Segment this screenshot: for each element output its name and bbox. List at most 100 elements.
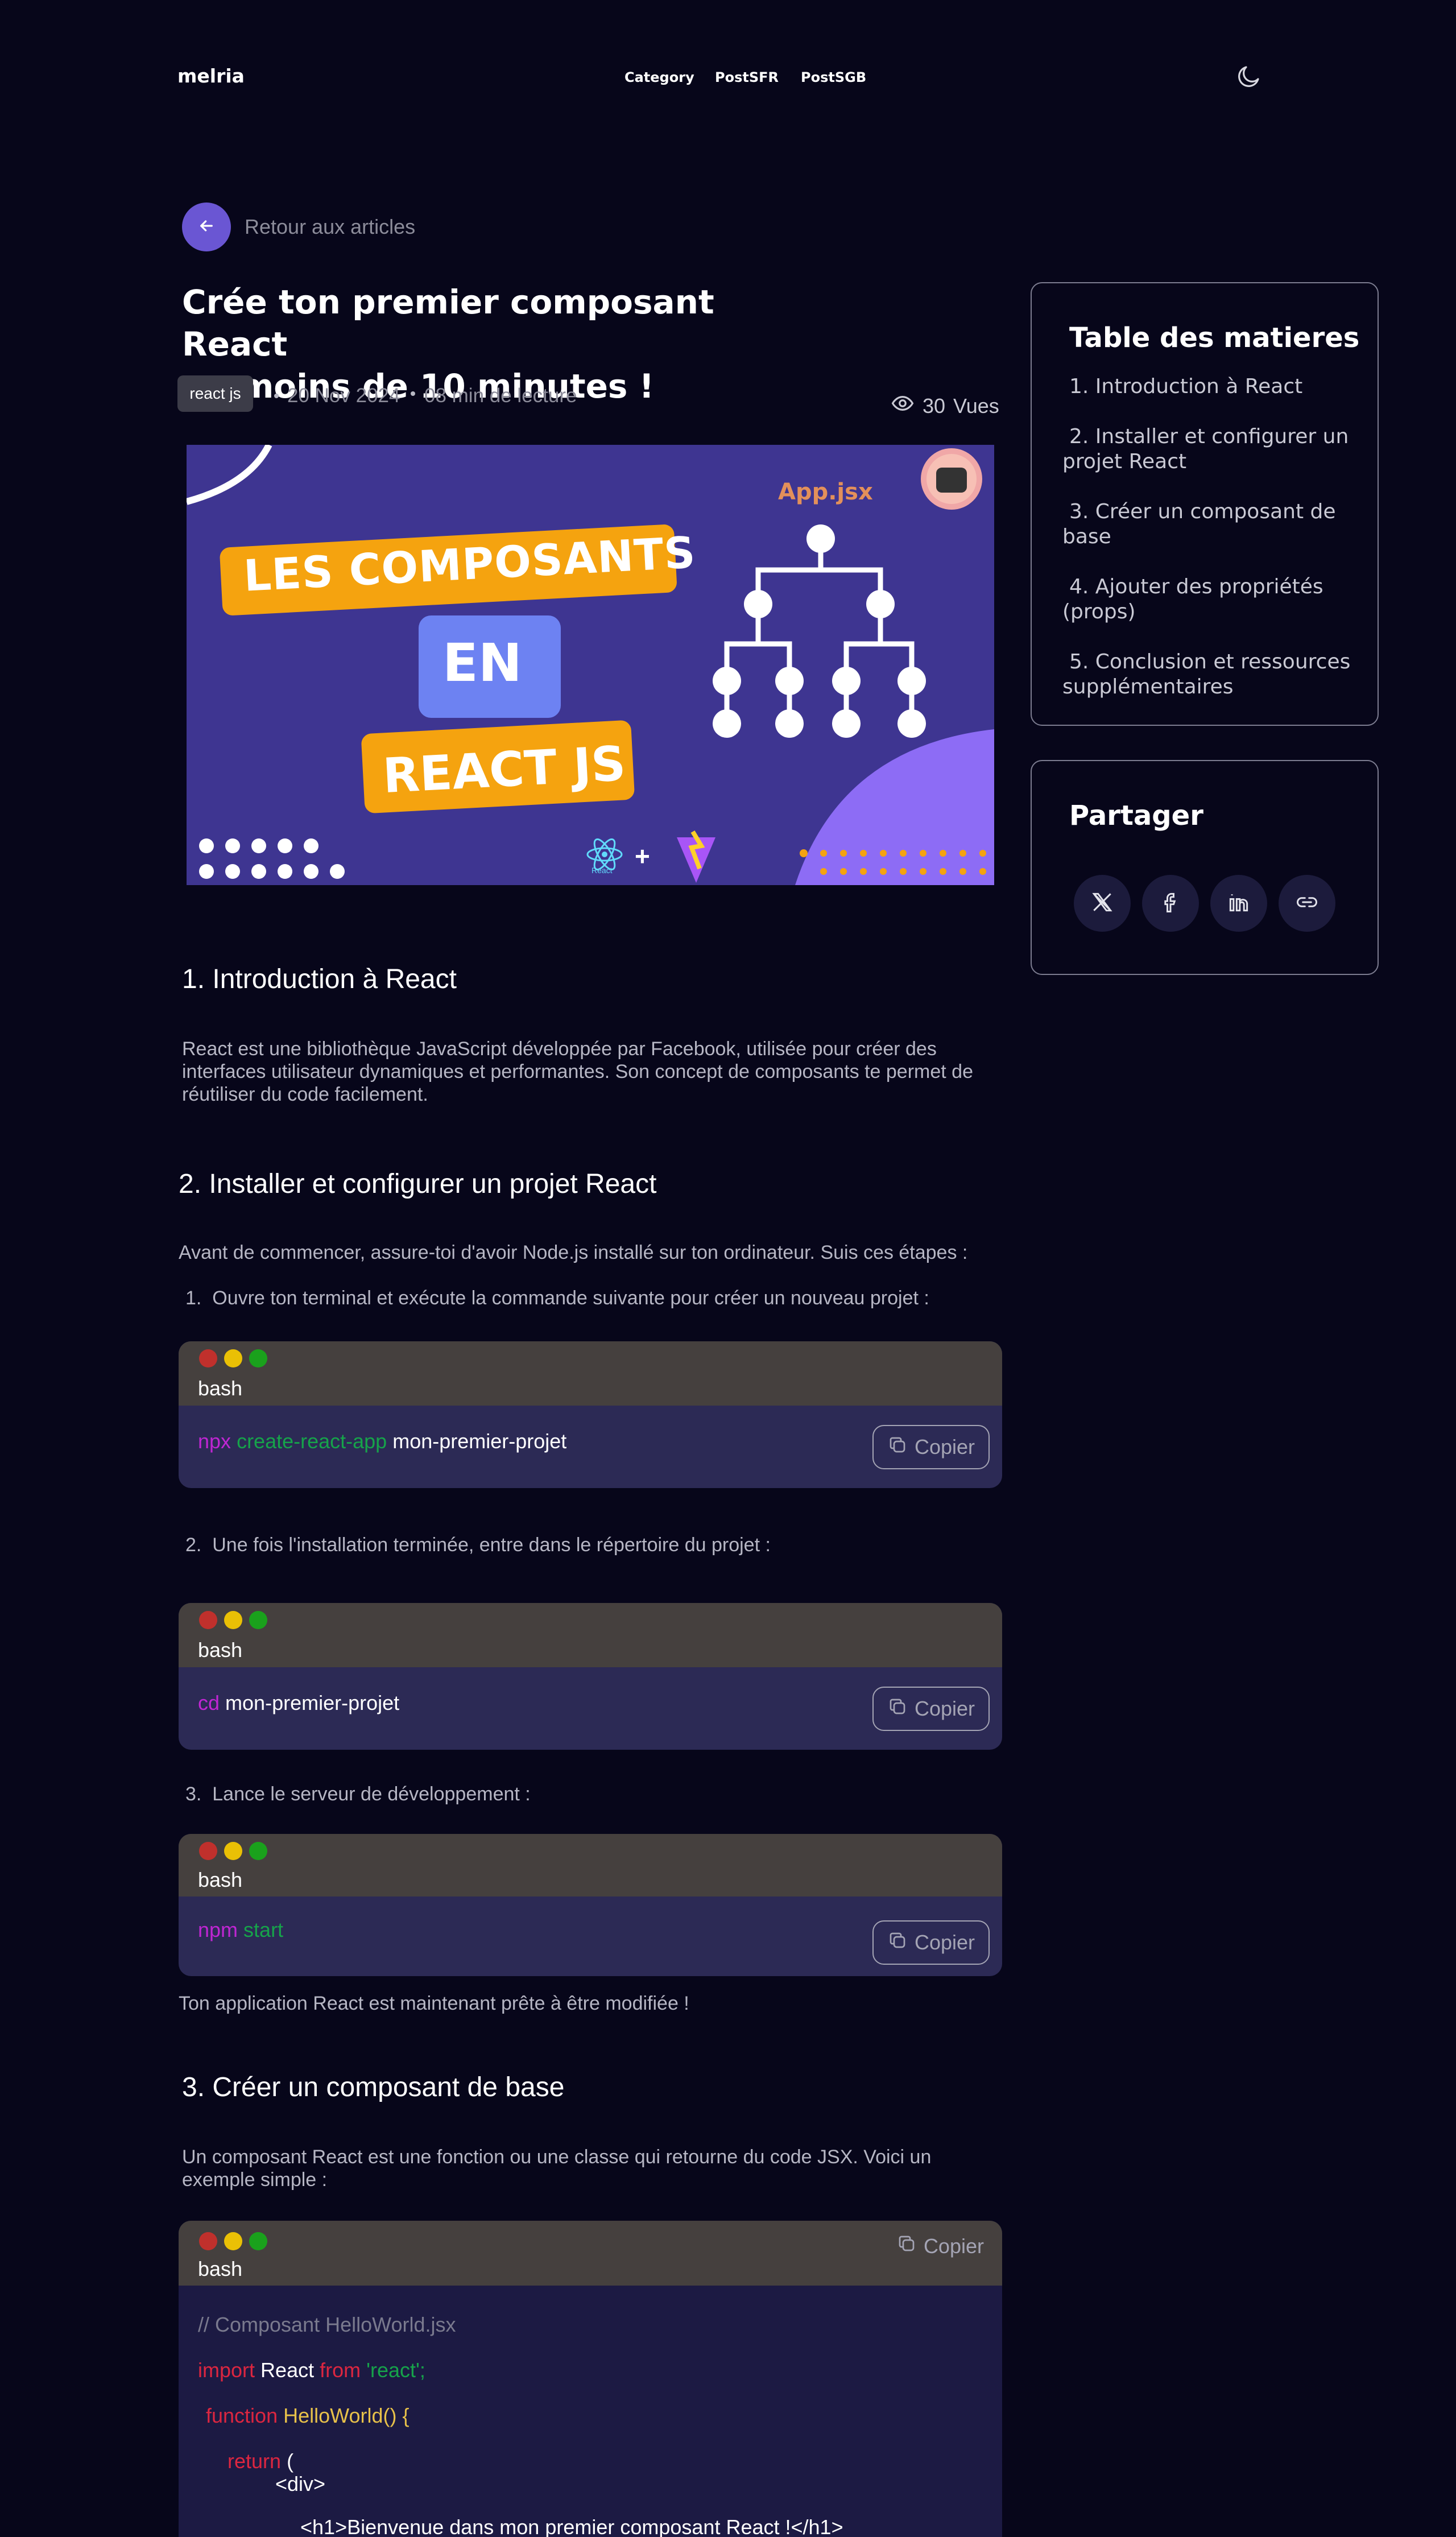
x-icon (1090, 890, 1115, 918)
step-2: 2. Une fois l'installation terminée, ent… (185, 1534, 771, 1556)
section-2-outro: Ton application React est maintenant prê… (179, 1993, 689, 2014)
step-1: 1. Ouvre ton terminal et exécute la comm… (185, 1287, 929, 1309)
code-keyword: function (206, 2404, 278, 2427)
code-subcommand: create-react-app (237, 1429, 387, 1453)
code-command: npm (198, 1918, 238, 1941)
code-keyword: from (320, 2358, 361, 2382)
code-keyword: import (198, 2358, 255, 2382)
minimize-dot (224, 1842, 242, 1860)
code-block-body: npm start Copier (179, 1896, 1002, 1976)
toc-item-4[interactable]: 4. Ajouter des propriétés (props) (1062, 575, 1358, 625)
code-comment: // Composant HelloWorld.jsx (198, 2313, 456, 2336)
copy-button[interactable]: Copier (872, 1687, 990, 1731)
step-1-text: Ouvre ton terminal et exécute la command… (212, 1287, 929, 1309)
moon-icon[interactable] (1235, 63, 1263, 90)
copy-button[interactable]: Copier (896, 2233, 984, 2259)
code-lang-label: bash (198, 1377, 243, 1400)
step-2-text: Une fois l'installation terminée, entre … (212, 1534, 771, 1556)
code-block-3: bash npm start Copier (179, 1834, 1002, 1976)
share-facebook-button[interactable] (1142, 875, 1199, 932)
article-tag-label: react js (189, 385, 241, 402)
article-views: 30 Vues (891, 391, 999, 420)
code-block-body: cd mon-premier-projet Copier (179, 1667, 1002, 1750)
share-title: Partager (1069, 800, 1203, 832)
linkedin-icon (1226, 890, 1251, 918)
code-identifier: React (260, 2358, 315, 2382)
copy-button[interactable]: Copier (872, 1920, 990, 1965)
code-function-name: HelloWorld() { (283, 2404, 410, 2427)
code-line: function HelloWorld() { (206, 2404, 410, 2428)
section-2-intro: Avant de commencer, assure-toi d'avoir N… (179, 1242, 968, 1263)
eye-icon (891, 391, 915, 420)
section-3-text: Un composant React est une fonction ou u… (182, 2146, 932, 2191)
share-link-button[interactable] (1279, 875, 1335, 932)
code-lang-label: bash (198, 2257, 243, 2280)
code-block-header: bash (179, 1341, 1002, 1406)
toc-title: Table des matieres (1069, 322, 1360, 354)
code-line: import React from 'react'; (198, 2358, 425, 2382)
table-of-contents: Table des matieres 1. Introduction à Rea… (1031, 282, 1379, 726)
code-punctuation: ( (287, 2449, 294, 2473)
nav-link-postsgb[interactable]: PostSGB (801, 69, 866, 85)
code-block-header: bash (179, 1603, 1002, 1667)
code-lang-label: bash (198, 1638, 243, 1662)
hero-filename: App.jsx (778, 479, 873, 505)
copy-icon (887, 1696, 908, 1722)
code-argument: mon-premier-projet (392, 1429, 567, 1453)
hero-line-2: EN (442, 633, 522, 693)
maximize-dot (249, 1349, 267, 1367)
section-2-heading: 2. Installer et configurer un projet Rea… (179, 1169, 657, 1199)
article-tag[interactable]: react js (177, 375, 253, 412)
code-argument: mon-premier-projet (225, 1691, 400, 1714)
code-line: npm start (198, 1918, 283, 1942)
code-block-header: bash Copier (179, 2221, 1002, 2286)
copy-button[interactable]: Copier (872, 1425, 990, 1469)
share-linkedin-button[interactable] (1210, 875, 1267, 932)
code-line: return ( (228, 2449, 293, 2473)
copy-label: Copier (914, 1697, 975, 1720)
hero-plus: + (635, 841, 650, 871)
code-lang-label: bash (198, 1868, 243, 1891)
section-3-heading: 3. Créer un composant de base (182, 2072, 565, 2102)
code-keyword: return (228, 2449, 282, 2473)
minimize-dot (224, 1349, 242, 1367)
site-logo[interactable]: melria (177, 65, 245, 87)
maximize-dot (249, 1611, 267, 1629)
code-block-1: bash npx create-react-app mon-premier-pr… (179, 1341, 1002, 1488)
window-controls (199, 1349, 267, 1367)
code-line: cd mon-premier-projet (198, 1691, 399, 1715)
article-read-time: 08 min de lecture (424, 385, 577, 407)
nav-link-postsfr[interactable]: PostSFR (715, 69, 779, 85)
article-title-line-1: Crée ton premier composant React (182, 283, 714, 363)
section-1-text: React est une bibliothèque JavaScript dé… (182, 1038, 973, 1105)
copy-icon (896, 2233, 917, 2259)
code-block-header: bash (179, 1834, 1002, 1896)
close-dot (199, 2232, 217, 2250)
toc-item-1[interactable]: 1. Introduction à React (1062, 374, 1358, 399)
code-line: npx create-react-app mon-premier-projet (198, 1429, 566, 1453)
share-x-button[interactable] (1074, 875, 1131, 932)
copy-icon (887, 1435, 908, 1460)
code-line: <div> (275, 2472, 326, 2495)
views-count: 30 (923, 394, 946, 418)
facebook-icon (1158, 890, 1183, 918)
toc-item-3[interactable]: 3. Créer un composant de base (1062, 499, 1358, 549)
window-controls (199, 2232, 267, 2250)
code-block-2: bash cd mon-premier-projet Copier (179, 1603, 1002, 1750)
toc-item-2[interactable]: 2. Installer et configurer un projet Rea… (1062, 424, 1358, 474)
meta-separator (411, 391, 415, 396)
code-line: <h1>Bienvenue dans mon premier composant… (300, 2515, 843, 2537)
copy-label: Copier (923, 2234, 984, 2258)
close-dot (199, 1842, 217, 1860)
nav-link-category[interactable]: Category (624, 69, 694, 85)
meta-separator (274, 394, 279, 398)
code-command: cd (198, 1691, 220, 1714)
back-button[interactable] (182, 203, 231, 251)
copy-label: Copier (914, 1435, 975, 1458)
window-controls (199, 1611, 267, 1629)
close-dot (199, 1349, 217, 1367)
back-link-label[interactable]: Retour aux articles (245, 215, 415, 239)
copy-icon (887, 1930, 908, 1956)
toc-item-5[interactable]: 5. Conclusion et ressources supplémentai… (1062, 650, 1358, 700)
hero-react-caption: React (592, 866, 613, 875)
